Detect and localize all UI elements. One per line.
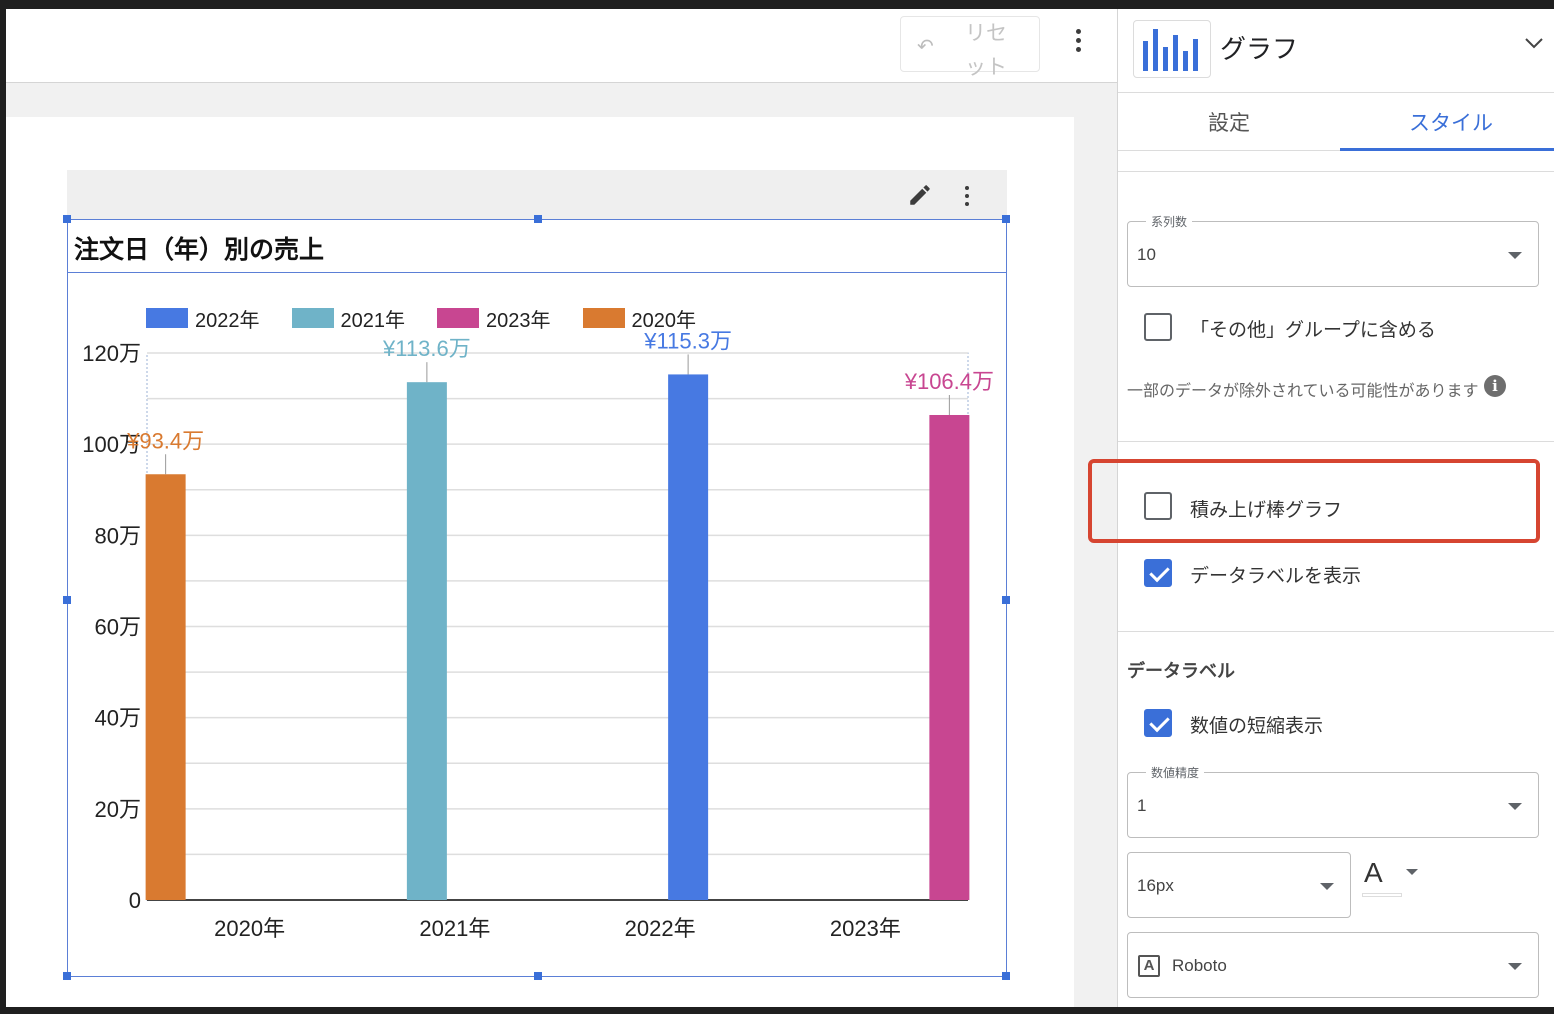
chart-plot: 020万40万60万80万100万120万2020年 2021年 2022年 2023… [82,328,994,941]
y-tick-label: 40万 [95,706,141,731]
chart-toolbar [67,170,1007,219]
bar [929,414,970,900]
bar [668,374,709,900]
dropdown-arrow-icon [1406,869,1418,875]
reset-label-line2: ット [965,56,1007,79]
font-size-value: 16px [1137,876,1174,895]
bar [406,382,447,900]
more-options-icon[interactable] [1068,29,1088,61]
data-label: ¥93.4万 [126,428,204,453]
stacked-bars-label: 積み上げ棒グラフ [1190,500,1343,521]
data-label: ¥115.3万 [643,328,732,353]
tab-style[interactable]: スタイル [1409,107,1493,137]
include-others-label: 「その他」グループに含める [1190,320,1436,341]
dropdown-arrow-icon [1508,963,1522,970]
bar-chart-component[interactable]: 注文日（年）別の売上 2022年 2021年 2023年 2020年 0 20万 40万 6… [63,215,1010,980]
series-count-select[interactable]: 系列数 10 [1127,213,1539,287]
dropdown-arrow-icon [1508,252,1522,259]
font-size-select[interactable]: 16px [1127,852,1351,918]
exclusion-note: 一部のデータが除外されている可能性があります [1127,383,1479,400]
font-family-icon: A [1138,955,1160,977]
show-data-labels-checkbox[interactable] [1144,559,1172,587]
chart-menu-icon[interactable] [960,186,974,210]
panel-title: グラフ [1220,34,1299,64]
font-family-select[interactable]: A Roboto [1127,932,1539,998]
x-tick-label: 2020年 [214,916,285,941]
reset-button[interactable]: ↶ リセ ット [900,16,1040,79]
resize-handle[interactable] [534,972,542,980]
data-label: ¥106.4万 [904,369,994,394]
compact-numbers-label: 数値の短縮表示 [1190,716,1324,737]
x-tick-label: 2022年 [625,916,696,941]
resize-handle[interactable] [1002,215,1010,223]
resize-handle[interactable] [63,596,71,604]
info-icon[interactable]: i [1484,375,1506,397]
series-count-value: 10 [1137,245,1156,264]
tab-setup[interactable]: 設定 [1208,107,1250,137]
include-others-checkbox[interactable] [1144,313,1172,341]
font-color-icon: A [1364,857,1383,888]
active-tab-indicator [1340,148,1554,151]
dropdown-arrow-icon [1320,883,1334,890]
x-tick-label: 2021年 [419,916,490,941]
decimal-precision-value: 1 [1137,796,1147,815]
y-tick-label: 0 [129,888,141,913]
report-page: 注文日（年）別の売上 2022年 2021年 2023年 2020年 0 20万 40万 6… [6,117,1074,1007]
y-tick-label: 80万 [95,523,141,548]
data-label: ¥113.6万 [382,336,471,361]
resize-handle[interactable] [63,972,71,980]
canvas-toolbar: ↶ リセ ット [6,9,1117,83]
resize-handle[interactable] [534,215,542,223]
compact-numbers-checkbox[interactable] [1144,709,1172,737]
y-tick-label: 60万 [95,615,141,640]
app-frame: ↶ リセ ット 注文日（年）別の売上 2022年 2021年 2023年 2020年 … [6,9,1554,1007]
decimal-precision-select[interactable]: 数値精度 1 [1127,764,1539,838]
font-color-picker[interactable]: A [1362,857,1422,897]
decimal-precision-label: 数値精度 [1146,764,1205,781]
chevron-down-icon[interactable] [1522,31,1546,55]
bar-chart-type-icon[interactable] [1133,20,1211,78]
y-tick-label: 120万 [82,341,141,366]
resize-handle[interactable] [1002,596,1010,604]
edit-pencil-icon[interactable] [907,182,933,208]
show-data-labels-label: データラベルを表示 [1190,566,1362,587]
panel-tabs: 設定 スタイル [1118,93,1554,151]
x-tick-label: 2023年 [830,916,901,941]
dropdown-arrow-icon [1508,803,1522,810]
properties-panel: グラフ 設定 スタイル 系列数 10 「その他」グループに含める 一部のデータが… [1088,9,1554,1007]
data-labels-section-title: データラベル [1127,661,1235,681]
y-tick-label: 20万 [95,797,141,822]
series-count-label: 系列数 [1146,213,1193,230]
reset-label-line1: リセ [965,22,1007,45]
resize-handle[interactable] [63,215,71,223]
font-family-value: Roboto [1172,956,1227,975]
bar [145,474,186,900]
undo-icon: ↶ [917,36,934,58]
panel-header: グラフ [1118,9,1554,93]
stacked-bars-checkbox[interactable] [1144,492,1172,520]
resize-handle[interactable] [1002,972,1010,980]
